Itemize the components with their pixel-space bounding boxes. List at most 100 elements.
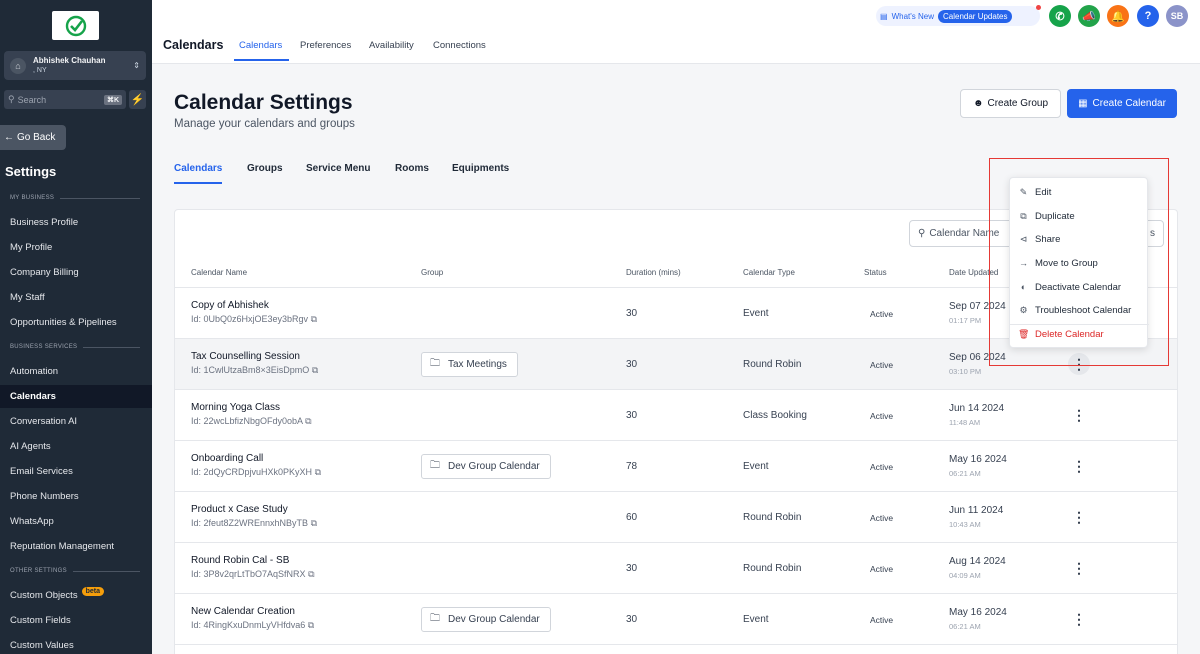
status: Active: [870, 360, 894, 370]
sidebar-item-custom-objects[interactable]: Custom Objects beta: [0, 584, 152, 607]
date-updated: Jun 14 2024: [949, 403, 1005, 414]
menu-item-troubleshoot[interactable]: ⚙ Troubleshoot Calendar: [1010, 299, 1149, 321]
date-updated: Aug 14 2024: [949, 556, 1006, 567]
arrow-right-icon: →: [1019, 258, 1028, 268]
calendar-name[interactable]: Tax Counselling Session: [191, 351, 300, 362]
calendar-name[interactable]: Copy of Abhishek: [191, 300, 269, 311]
calendar-name[interactable]: Onboarding Call: [191, 453, 263, 464]
table-row[interactable]: New Calendar Creation Id: 4RingKxuDnmLyV…: [175, 594, 1177, 645]
tab-connections[interactable]: Connections: [433, 40, 486, 51]
calendar-updates-pill: Calendar Updates: [938, 9, 1013, 23]
menu-item-delete[interactable]: 🗑 Delete Calendar: [1010, 323, 1149, 345]
create-calendar-button[interactable]: ▦ Create Calendar: [1067, 89, 1177, 118]
time-updated: 01:17 PM: [949, 316, 982, 325]
sidebar-item-opportunities[interactable]: Opportunities & Pipelines: [0, 311, 152, 334]
create-calendar-label: Create Calendar: [1092, 98, 1166, 109]
copy-icon[interactable]: ⧉: [311, 314, 317, 324]
menu-item-duplicate[interactable]: ⧉ Duplicate: [1010, 205, 1149, 227]
menu-item-edit[interactable]: ✎ Edit: [1010, 181, 1149, 203]
menu-item-move-to-group[interactable]: → Move to Group: [1010, 252, 1149, 274]
time-updated: 04:09 AM: [949, 571, 981, 580]
more-vertical-icon[interactable]: ⋮: [1068, 404, 1090, 426]
avatar[interactable]: SB: [1166, 5, 1188, 27]
status: Active: [870, 615, 894, 625]
active-subtab-indicator: [174, 182, 222, 184]
sidebar-search[interactable]: ⚲ Search ⌘K: [4, 90, 126, 109]
tab-preferences[interactable]: Preferences: [300, 40, 351, 51]
subtab-groups[interactable]: Groups: [247, 163, 283, 174]
sidebar-item-phone-numbers[interactable]: Phone Numbers: [0, 485, 152, 508]
more-vertical-icon[interactable]: ⋮: [1068, 506, 1090, 528]
subtab-equipments[interactable]: Equipments: [452, 163, 509, 174]
sidebar-item-ai-agents[interactable]: AI Agents: [0, 435, 152, 458]
copy-icon[interactable]: ⧉: [315, 467, 321, 477]
pencil-icon: ✎: [1019, 186, 1028, 197]
table-row[interactable]: Round Robin Cal - SB Id: 3P8v2qrLtTbO7Aq…: [175, 543, 1177, 594]
calendar-name[interactable]: New Calendar Creation: [191, 606, 295, 617]
copy-icon[interactable]: ⧉: [308, 620, 314, 630]
status: Active: [870, 513, 894, 523]
copy-icon[interactable]: ⧉: [308, 569, 314, 579]
sidebar-item-business-profile[interactable]: Business Profile: [0, 211, 152, 234]
tab-calendars[interactable]: Calendars: [239, 40, 282, 51]
copy-icon[interactable]: ⧉: [305, 416, 311, 426]
group-chip[interactable]: 🗀 Tax Meetings: [421, 352, 518, 377]
calendar-name[interactable]: Round Robin Cal - SB: [191, 555, 289, 566]
table-row[interactable]: Onboarding Call Id: 2dQyCRDpjvuHXk0PKyXH…: [175, 441, 1177, 492]
phone-icon[interactable]: ✆: [1049, 5, 1071, 27]
copy-icon[interactable]: ⧉: [312, 365, 318, 375]
sidebar-item-reputation[interactable]: Reputation Management: [0, 535, 152, 558]
page-subtitle: Manage your calendars and groups: [174, 118, 355, 130]
go-back-button[interactable]: ← Go Back: [0, 125, 66, 150]
sidebar-item-email-services[interactable]: Email Services: [0, 460, 152, 483]
calendar-id: Id: 0UbQ0z6HxjOE3ey3bRgv ⧉: [191, 314, 318, 324]
calendar-type: Class Booking: [743, 410, 807, 421]
more-vertical-icon[interactable]: ⋮: [1068, 455, 1090, 477]
tab-availability[interactable]: Availability: [369, 40, 414, 51]
menu-item-deactivate[interactable]: ◐ Deactivate Calendar: [1010, 276, 1149, 298]
table-row[interactable]: Morning Yoga Class Id: 22wcLbfizNbgOFdy0…: [175, 390, 1177, 441]
subtab-service-menu[interactable]: Service Menu: [306, 163, 370, 174]
copy-icon[interactable]: ⧉: [311, 518, 317, 528]
group-chip[interactable]: 🗀 Dev Group Calendar: [421, 607, 551, 632]
calendar-name[interactable]: Morning Yoga Class: [191, 402, 280, 413]
more-vertical-icon[interactable]: ⋮: [1068, 557, 1090, 579]
share-icon: ⊲: [1019, 233, 1028, 244]
col-calendar-name: Calendar Name: [191, 268, 248, 277]
sidebar-item-whatsapp[interactable]: WhatsApp: [0, 510, 152, 533]
calendar-name[interactable]: Product x Case Study: [191, 504, 288, 515]
search-shortcut: ⌘K: [103, 94, 122, 105]
calendar-icon: ▦: [1078, 98, 1088, 109]
sidebar-item-company-billing[interactable]: Company Billing: [0, 261, 152, 284]
megaphone-icon[interactable]: 📣: [1078, 5, 1100, 27]
bell-icon[interactable]: 🔔: [1107, 5, 1129, 27]
account-name: Abhishek Chauhan: [33, 55, 106, 65]
folder-icon: 🗀: [430, 613, 440, 624]
sidebar-item-automation[interactable]: Automation: [0, 360, 152, 383]
col-group: Group: [421, 268, 444, 277]
help-icon[interactable]: ?: [1137, 5, 1159, 27]
sidebar-item-custom-fields[interactable]: Custom Fields: [0, 609, 152, 632]
sidebar-item-conversation-ai[interactable]: Conversation AI: [0, 410, 152, 433]
subtab-calendars[interactable]: Calendars: [174, 163, 222, 174]
search-icon: ⚲: [918, 228, 926, 239]
bolt-icon[interactable]: ⚡: [129, 90, 146, 109]
time-updated: 10:43 AM: [949, 520, 981, 529]
sidebar-item-label: Custom Objects: [10, 590, 78, 601]
sidebar-item-calendars[interactable]: Calendars: [0, 385, 152, 408]
more-vertical-icon[interactable]: ⋮: [1068, 608, 1090, 630]
group-chip[interactable]: 🗀 Dev Group Calendar: [421, 454, 551, 479]
account-switcher[interactable]: ⌂ Abhishek Chauhan , NY ⇕: [4, 51, 146, 80]
create-group-button[interactable]: ☻ Create Group: [960, 89, 1061, 118]
calendar-id: Id: 2dQyCRDpjvuHXk0PKyXH ⧉: [191, 467, 321, 477]
sidebar-item-my-profile[interactable]: My Profile: [0, 236, 152, 259]
menu-item-share[interactable]: ⊲ Share: [1010, 228, 1149, 250]
whats-new-button[interactable]: ▤ What's New Calendar Updates: [876, 6, 1040, 26]
duration: 30: [626, 308, 638, 319]
sidebar-item-my-staff[interactable]: My Staff: [0, 286, 152, 309]
time-updated: 06:21 AM: [949, 469, 981, 478]
table-row[interactable]: Product x Case Study Id: 2feut8Z2WREnnxh…: [175, 492, 1177, 543]
subtab-rooms[interactable]: Rooms: [395, 163, 429, 174]
sidebar-item-custom-values[interactable]: Custom Values: [0, 634, 152, 654]
col-status: Status: [864, 268, 887, 277]
